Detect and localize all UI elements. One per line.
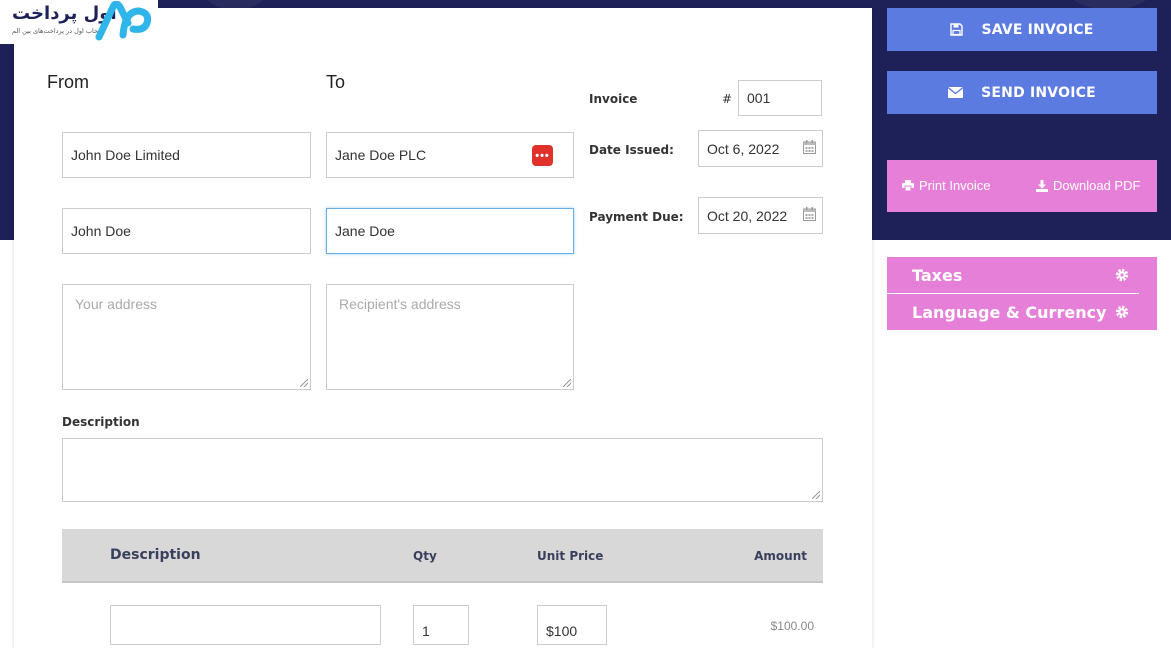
printer-icon xyxy=(902,180,914,191)
to-company-input[interactable]: Jane Doe PLC ••• xyxy=(326,132,574,178)
invoice-card: From To John Doe Limited Jane Doe PLC ••… xyxy=(14,8,872,648)
print-invoice-label: Print Invoice xyxy=(919,178,991,193)
brand-logo[interactable]: اول پرداخت انتخاب اول در پرداخت‌های بین … xyxy=(0,0,158,44)
from-company-value: John Doe Limited xyxy=(71,147,180,163)
item-amount: $100.00 xyxy=(770,619,814,633)
gear-icon[interactable] xyxy=(1115,268,1129,282)
logo-tagline: انتخاب اول در پرداخت‌های بین الم xyxy=(12,27,104,35)
to-company-value: Jane Doe PLC xyxy=(335,147,427,163)
item-unit-price-input[interactable]: $100 xyxy=(537,605,607,645)
from-heading: From xyxy=(47,72,89,92)
download-pdf-label: Download PDF xyxy=(1053,178,1141,193)
description-label: Description xyxy=(62,415,140,429)
gear-icon[interactable] xyxy=(1115,305,1129,319)
invoice-number-value: 001 xyxy=(747,90,771,106)
from-name-input[interactable]: John Doe xyxy=(62,208,311,254)
send-invoice-button[interactable]: SEND INVOICE xyxy=(887,71,1157,114)
calendar-icon[interactable] xyxy=(803,207,816,221)
date-issued-value: Oct 6, 2022 xyxy=(707,140,780,157)
date-issued-input[interactable]: Oct 6, 2022 xyxy=(698,130,823,167)
resize-grip-icon[interactable] xyxy=(812,491,820,499)
items-table-header: Description Qty Unit Price Amount xyxy=(62,529,823,583)
send-invoice-label: SEND INVOICE xyxy=(981,84,1096,101)
taxes-toggle[interactable]: Taxes xyxy=(887,257,1157,293)
settings-accordion: Taxes Language & Currency xyxy=(887,257,1157,330)
item-qty-value: 1 xyxy=(422,623,430,639)
save-invoice-label: SAVE INVOICE xyxy=(981,21,1094,38)
invoice-hash: # xyxy=(722,92,733,106)
to-address-placeholder: Recipient's address xyxy=(339,296,461,312)
logo-mark-icon xyxy=(95,1,152,41)
description-textarea[interactable] xyxy=(62,438,823,502)
item-unit-price-value: $100 xyxy=(546,623,578,639)
payment-due-label: Payment Due: xyxy=(589,210,684,224)
to-address-textarea[interactable]: Recipient's address xyxy=(326,284,574,390)
from-address-placeholder: Your address xyxy=(75,296,157,312)
calendar-icon[interactable] xyxy=(803,140,816,154)
item-description-input[interactable] xyxy=(110,605,381,645)
export-actions: Print Invoice Download PDF xyxy=(887,160,1157,212)
floppy-disk-icon xyxy=(950,23,964,36)
date-issued-label: Date Issued: xyxy=(589,143,674,157)
payment-due-input[interactable]: Oct 20, 2022 xyxy=(698,197,823,234)
envelope-icon xyxy=(948,87,964,98)
language-currency-toggle[interactable]: Language & Currency xyxy=(887,294,1157,330)
password-manager-icon[interactable]: ••• xyxy=(532,145,553,166)
column-header-qty: Qty xyxy=(413,549,437,563)
from-company-input[interactable]: John Doe Limited xyxy=(62,132,311,178)
to-name-input[interactable]: Jane Doe xyxy=(326,208,574,254)
from-address-textarea[interactable]: Your address xyxy=(62,284,311,390)
payment-due-value: Oct 20, 2022 xyxy=(707,207,788,224)
column-header-unit-price: Unit Price xyxy=(537,549,604,563)
resize-grip-icon[interactable] xyxy=(563,379,571,387)
taxes-label: Taxes xyxy=(912,266,963,285)
resize-grip-icon[interactable] xyxy=(300,379,308,387)
download-pdf-button[interactable]: Download PDF xyxy=(1036,178,1140,193)
column-header-description: Description xyxy=(110,547,201,563)
invoice-number-input[interactable]: 001 xyxy=(738,80,822,116)
item-qty-input[interactable]: 1 xyxy=(413,605,469,645)
save-invoice-button[interactable]: SAVE INVOICE xyxy=(887,8,1157,51)
from-name-value: John Doe xyxy=(71,223,131,239)
download-icon xyxy=(1036,179,1048,192)
to-heading: To xyxy=(326,72,346,92)
invoice-label: Invoice xyxy=(589,92,638,106)
column-header-amount: Amount xyxy=(754,549,807,563)
language-currency-label: Language & Currency xyxy=(912,303,1107,322)
print-invoice-button[interactable]: Print Invoice xyxy=(902,178,991,193)
to-name-value: Jane Doe xyxy=(335,223,395,239)
